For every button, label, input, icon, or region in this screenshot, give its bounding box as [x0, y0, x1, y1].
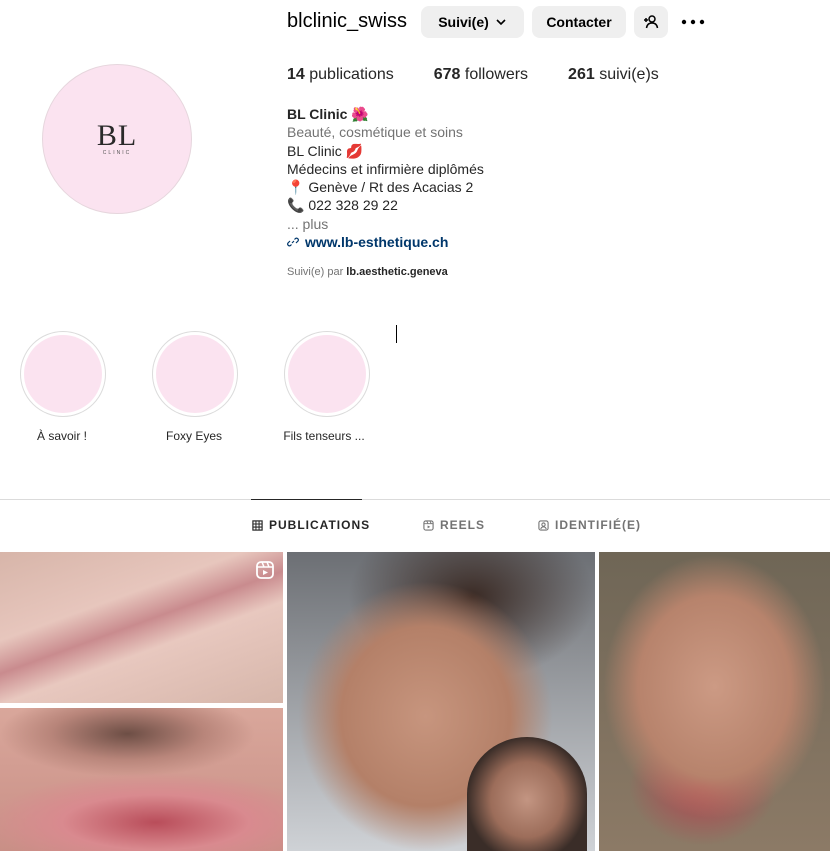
tabs-divider: [0, 499, 830, 500]
post-thumbnail[interactable]: [599, 552, 830, 851]
followed-by-prefix: Suivi(e) par: [287, 266, 347, 278]
highlight-cover: [288, 335, 366, 413]
tab-tagged[interactable]: IDENTIFIÉ(E): [538, 518, 641, 532]
highlight-cover: [24, 335, 102, 413]
tab-reels[interactable]: REELS: [423, 518, 485, 532]
bio-name: BL Clinic: [287, 106, 348, 122]
followers-count: 678: [433, 66, 461, 83]
bio-phone-line: 📞 022 328 29 22: [287, 196, 484, 214]
profile-avatar[interactable]: BL CLINIC: [42, 64, 192, 214]
bio-phone: 022 328 29 22: [304, 197, 398, 214]
tab-tagged-label: IDENTIFIÉ(E): [555, 518, 641, 532]
tab-reels-label: REELS: [440, 518, 486, 532]
following-button[interactable]: Suivi(e): [421, 6, 524, 38]
active-tab-indicator: [251, 499, 362, 500]
more-options-button[interactable]: [678, 6, 708, 38]
posts-count: 14: [287, 66, 305, 83]
followed-by-user: lb.aesthetic.geneva: [346, 266, 448, 278]
profile-stats: 14 publications 678 followers 261 suivi(…: [287, 66, 699, 84]
link-icon: [287, 237, 299, 247]
contact-button-label: Contacter: [546, 14, 612, 30]
hibiscus-emoji: 🌺: [351, 106, 369, 122]
posts-label: publications: [309, 66, 394, 83]
highlight-fils-tenseurs[interactable]: [284, 331, 370, 417]
phone-icon: 📞: [287, 197, 305, 214]
post-inset-photo: [467, 737, 587, 851]
bio-line1: BL Clinic 💋: [287, 142, 364, 159]
bio-name-line: BL Clinic 🌺: [287, 105, 484, 123]
bio-website-text: www.lb-esthetique.ch: [305, 234, 449, 251]
followers-link[interactable]: 678 followers: [434, 66, 528, 84]
grid-icon: [252, 519, 263, 531]
bio-location-line: 📍 Genève / Rt des Acacias 2: [287, 178, 484, 196]
bio-location: Genève / Rt des Acacias 2: [304, 179, 474, 196]
post-thumbnail[interactable]: [287, 552, 595, 851]
posts-stat: 14 publications: [287, 66, 394, 84]
tagged-icon: [538, 519, 549, 531]
tab-publications[interactable]: PUBLICATIONS: [252, 518, 370, 532]
add-user-icon: [644, 15, 659, 29]
highlight-a-savoir[interactable]: [20, 331, 106, 417]
following-label: suivi(e)s: [599, 66, 659, 83]
highlight-label: À savoir !: [36, 429, 87, 443]
highlight-label: Fils tenseurs ...: [283, 429, 365, 443]
highlight-cover: [156, 335, 234, 413]
post-thumbnail[interactable]: [0, 708, 283, 851]
bio-more-button[interactable]: ... plus: [287, 215, 484, 233]
following-button-label: Suivi(e): [438, 14, 489, 30]
highlight-foxy-eyes[interactable]: [152, 331, 238, 417]
reels-icon: [423, 519, 434, 531]
profile-username: blclinic_swiss: [287, 10, 408, 32]
post-thumbnail[interactable]: [0, 552, 283, 703]
text-cursor: [396, 325, 397, 343]
avatar-logo-subtext: CLINIC: [102, 150, 132, 156]
highlight-label: Foxy Eyes: [165, 429, 222, 443]
profile-bio: BL Clinic 🌺 Beauté, cosmétique et soins …: [287, 105, 484, 251]
more-horizontal-icon: [681, 19, 705, 25]
reel-badge-icon: [255, 560, 275, 585]
following-count: 261: [568, 66, 595, 83]
avatar-logo-text: BL: [96, 119, 138, 152]
following-link[interactable]: 261 suivi(e)s: [568, 66, 659, 84]
bio-line2: Médecins et infirmière diplômés: [287, 160, 484, 177]
pin-icon: 📍: [287, 179, 305, 196]
bio-category: Beauté, cosmétique et soins: [287, 124, 463, 141]
chevron-down-icon: [496, 19, 506, 26]
followed-by[interactable]: Suivi(e) par lb.aesthetic.geneva: [287, 266, 448, 278]
tab-publications-label: PUBLICATIONS: [269, 518, 371, 532]
suggest-users-button[interactable]: [634, 6, 668, 38]
contact-button[interactable]: Contacter: [532, 6, 626, 38]
followers-label: followers: [464, 66, 529, 83]
bio-website-link[interactable]: www.lb-esthetique.ch: [287, 233, 484, 251]
